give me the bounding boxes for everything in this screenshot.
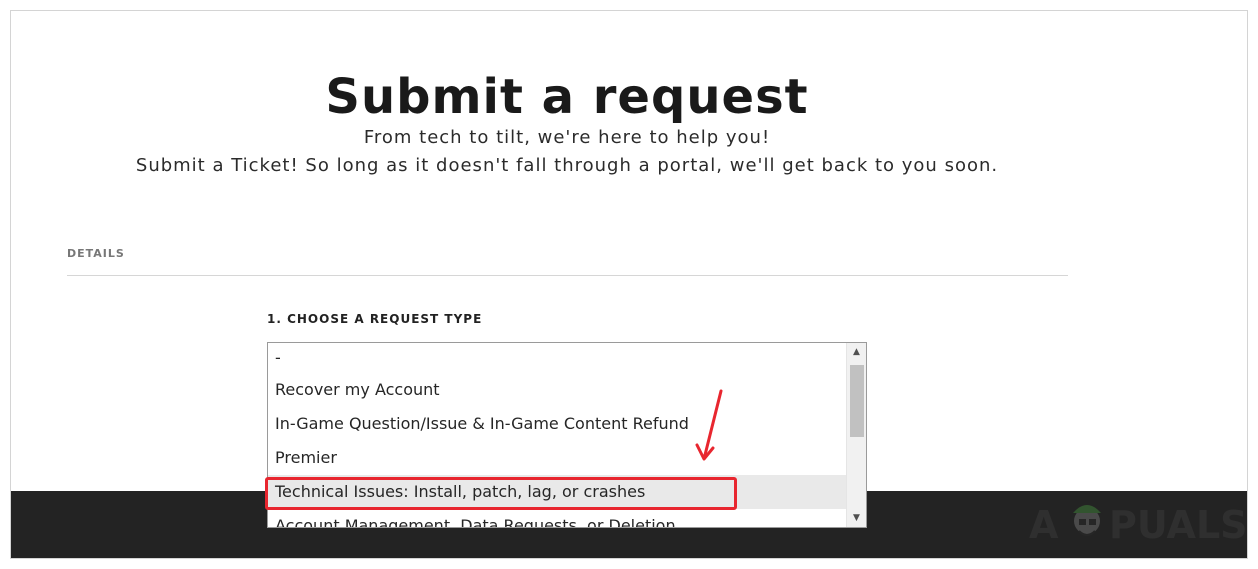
selection-highlight-box bbox=[265, 477, 737, 510]
details-section-label: DETAILS bbox=[67, 247, 125, 260]
red-arrow-icon bbox=[695, 389, 723, 461]
request-type-option-blank[interactable]: - bbox=[268, 343, 846, 373]
triangle-up-icon[interactable]: ▲ bbox=[847, 343, 866, 361]
svg-text:PUALS: PUALS bbox=[1109, 503, 1248, 547]
scrollbar-thumb[interactable] bbox=[850, 365, 864, 437]
page-title: Submit a request bbox=[325, 69, 809, 125]
page-frame: Submit a request From tech to tilt, we'r… bbox=[10, 10, 1248, 559]
request-type-option-in-game[interactable]: In-Game Question/Issue & In-Game Content… bbox=[268, 407, 846, 441]
request-type-option-premier[interactable]: Premier bbox=[268, 441, 846, 475]
svg-text:A: A bbox=[1029, 503, 1059, 547]
page-subtitle-line-1: From tech to tilt, we're here to help yo… bbox=[363, 127, 771, 148]
request-type-option-account-management[interactable]: Account Management, Data Requests, or De… bbox=[268, 509, 846, 527]
appuals-watermark-logo: A PUALS bbox=[1029, 503, 1248, 547]
triangle-down-icon[interactable]: ▼ bbox=[847, 509, 866, 527]
page-subtitle-line-2: Submit a Ticket! So long as it doesn't f… bbox=[135, 155, 999, 176]
details-divider bbox=[67, 275, 1068, 276]
request-type-option-recover-account[interactable]: Recover my Account bbox=[268, 373, 846, 407]
listbox-scrollbar[interactable]: ▲ ▼ bbox=[846, 343, 866, 527]
request-type-label: 1. CHOOSE A REQUEST TYPE bbox=[267, 312, 483, 326]
